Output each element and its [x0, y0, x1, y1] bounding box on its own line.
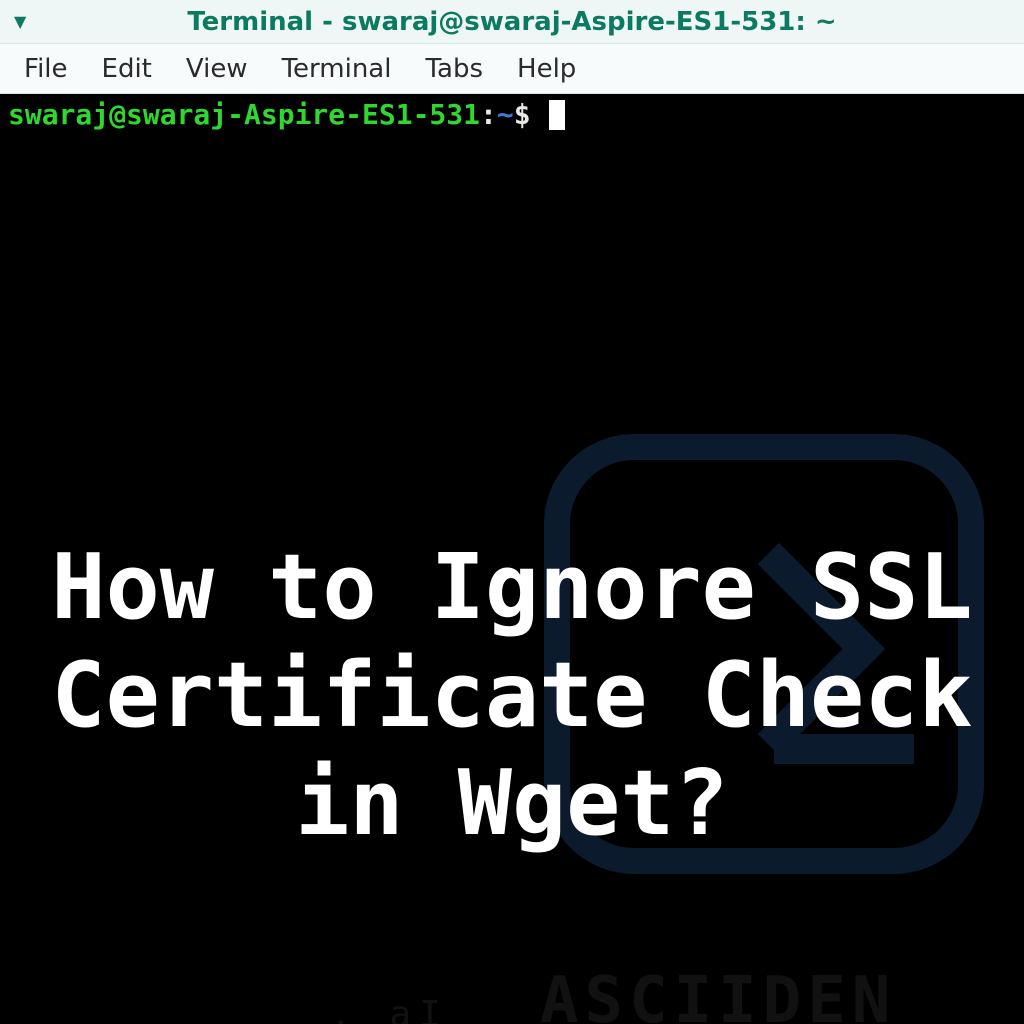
prompt-line: swaraj@swaraj-Aspire-ES1-531:~$: [8, 98, 1016, 131]
prompt-dollar: $: [514, 98, 548, 131]
menu-help[interactable]: Help: [517, 54, 576, 84]
watermark-text-right: ASCIIDEN: [540, 964, 896, 1024]
menu-edit[interactable]: Edit: [102, 54, 152, 84]
watermark-chevron-icon: [673, 543, 885, 755]
window-titlebar: ▼ Terminal - swaraj@swaraj-Aspire-ES1-53…: [0, 0, 1024, 44]
window-title: Terminal - swaraj@swaraj-Aspire-ES1-531:…: [187, 7, 836, 37]
article-heading: How to Ignore SSL Certificate Check in W…: [7, 534, 1017, 858]
prompt-cwd: ~: [497, 98, 514, 131]
prompt-colon: :: [480, 98, 497, 131]
watermark-text-left: . aI: [330, 994, 449, 1024]
terminal-viewport[interactable]: swaraj@swaraj-Aspire-ES1-531:~$ ASCIIDEN…: [0, 94, 1024, 1024]
window-dropdown-icon[interactable]: ▼: [14, 12, 26, 31]
watermark-underscore-icon: [774, 734, 914, 764]
menu-file[interactable]: File: [24, 54, 68, 84]
menu-view[interactable]: View: [186, 54, 248, 84]
prompt-user-host: swaraj@swaraj-Aspire-ES1-531: [8, 98, 480, 131]
terminal-cursor-icon: [549, 100, 565, 130]
menu-terminal[interactable]: Terminal: [282, 54, 392, 84]
watermark-logo: [484, 404, 1024, 964]
watermark-terminal-icon: [544, 434, 984, 874]
menu-bar: File Edit View Terminal Tabs Help: [0, 44, 1024, 94]
terminal-window: ▼ Terminal - swaraj@swaraj-Aspire-ES1-53…: [0, 0, 1024, 1024]
menu-tabs[interactable]: Tabs: [425, 54, 483, 84]
